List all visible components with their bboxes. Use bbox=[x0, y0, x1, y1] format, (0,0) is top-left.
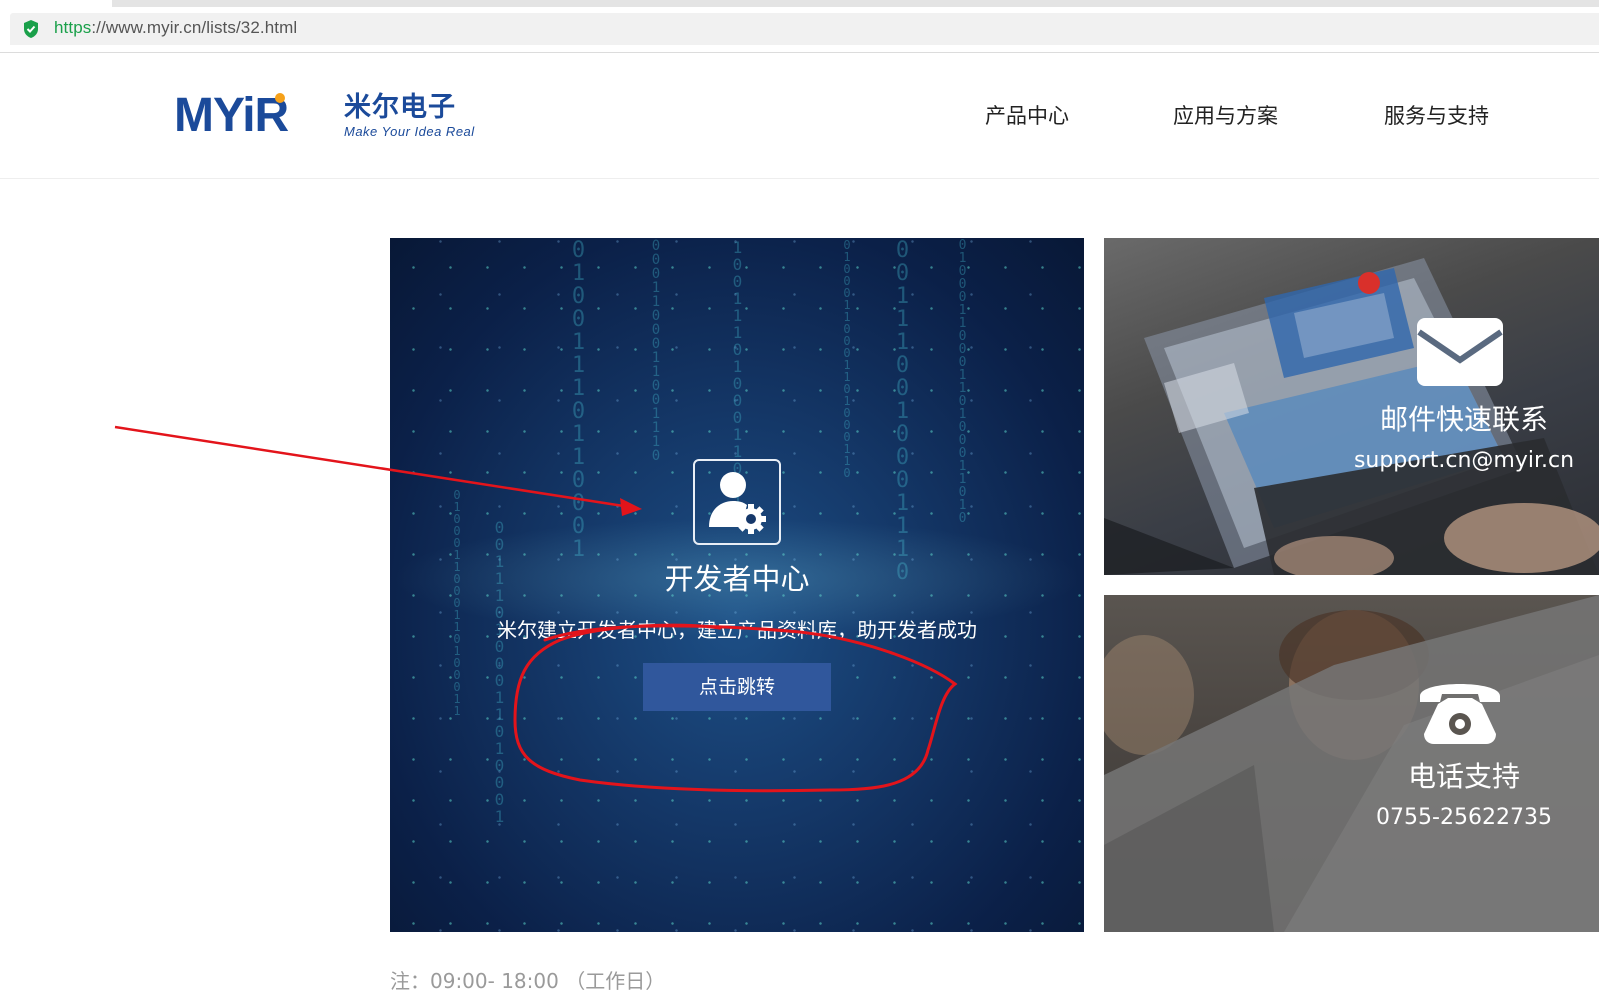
working-hours-note: 注：09:00- 18:00 （工作日） bbox=[390, 969, 666, 993]
address-bar[interactable]: https://www.myir.cn/lists/32.html bbox=[10, 13, 1599, 45]
mail-contact-card[interactable]: 邮件快速联系 support.cn@myir.cn bbox=[1104, 238, 1599, 575]
phone-support-card[interactable]: 电话支持 0755-25622735 bbox=[1104, 595, 1599, 932]
phone-card-title: 电话支持 bbox=[1407, 760, 1520, 793]
mail-card-title: 邮件快速联系 bbox=[1379, 403, 1548, 436]
secure-shield-icon bbox=[24, 20, 38, 38]
envelope-icon bbox=[1417, 318, 1503, 386]
jump-button[interactable]: 点击跳转 bbox=[643, 663, 831, 711]
developer-center-card: 01001110110001 0001100011001110 10011101… bbox=[390, 238, 1084, 932]
tab-bar bbox=[112, 0, 1599, 7]
nav-item-products[interactable]: 产品中心 bbox=[985, 100, 1069, 130]
url-text[interactable]: https://www.myir.cn/lists/32.html bbox=[54, 18, 297, 38]
main-nav: 产品中心 应用与方案 服务与支持 bbox=[0, 100, 1599, 130]
binary-rain-column: 0100011000110100011010 bbox=[955, 238, 970, 524]
developer-icon-box bbox=[693, 459, 781, 545]
nav-item-solutions[interactable]: 应用与方案 bbox=[1173, 100, 1278, 130]
url-scheme: https bbox=[54, 18, 92, 37]
nav-item-support[interactable]: 服务与支持 bbox=[1384, 100, 1489, 130]
support-email[interactable]: support.cn@myir.cn bbox=[1339, 448, 1589, 473]
binary-rain-column: 0001100011001110 bbox=[648, 238, 664, 462]
support-phone-number[interactable]: 0755-25622735 bbox=[1339, 805, 1589, 830]
developer-center-description: 米尔建立开发者中心，建立产品资料库，助开发者成功 bbox=[497, 618, 977, 642]
binary-rain-column: 01000110001101000110 bbox=[840, 238, 854, 478]
browser-tabstrip bbox=[0, 0, 1599, 8]
developer-center-title: 开发者中心 bbox=[664, 562, 810, 596]
binary-rain-column: 01001110110001 bbox=[566, 238, 591, 560]
url-path: ://www.myir.cn/lists/32.html bbox=[91, 18, 298, 37]
user-gear-icon bbox=[709, 472, 766, 534]
telephone-icon bbox=[1420, 684, 1500, 744]
site-header: MYiR 米尔电子 Make Your Idea Real 产品中心 应用与方案… bbox=[0, 53, 1599, 179]
